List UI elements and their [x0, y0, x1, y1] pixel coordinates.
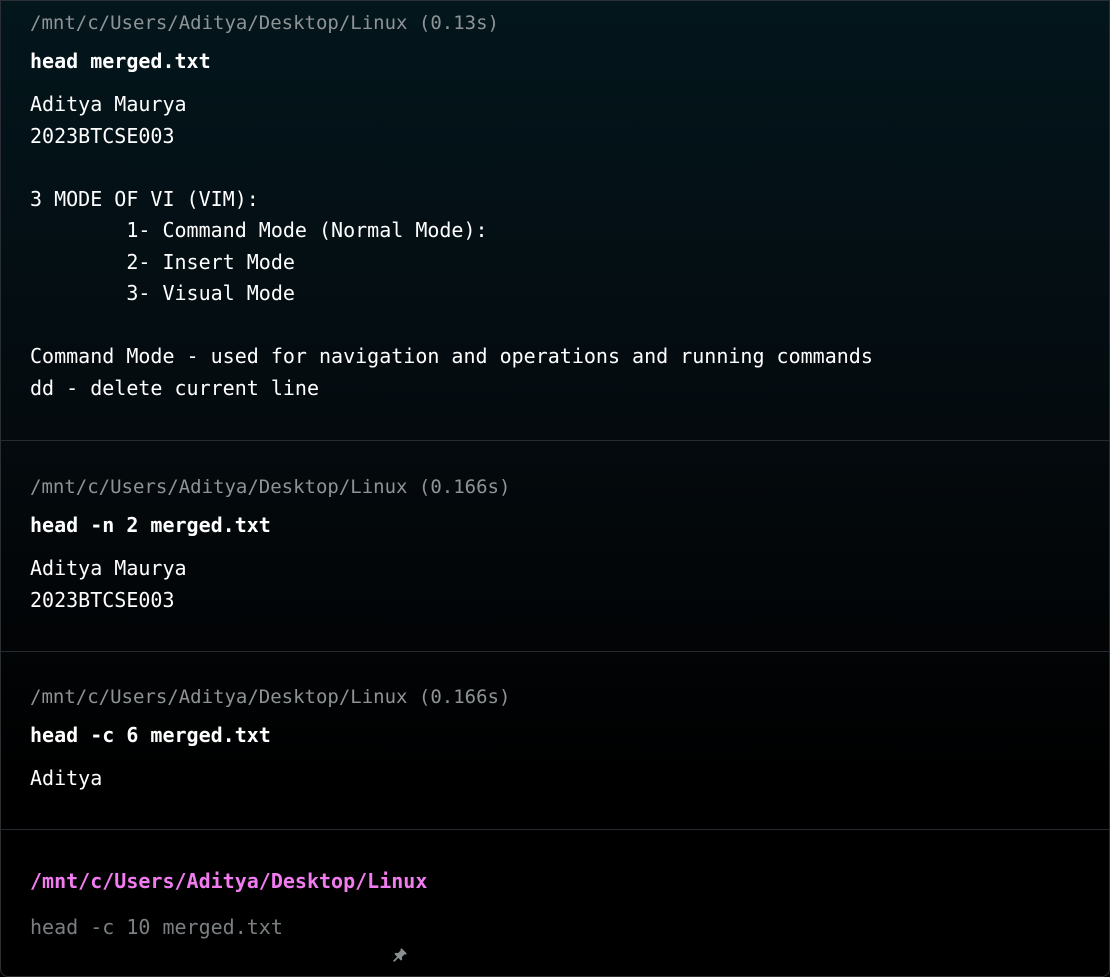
- command-block-2[interactable]: /mnt/c/Users/Aditya/Desktop/Linux (0.166…: [1, 442, 1109, 652]
- terminal-window[interactable]: /mnt/c/Users/Aditya/Desktop/Linux (0.13s…: [0, 0, 1110, 977]
- block-command: head -n 2 merged.txt: [30, 513, 271, 537]
- active-input-block[interactable]: /mnt/c/Users/Aditya/Desktop/Linux head -…: [1, 831, 1109, 976]
- block-prompt: /mnt/c/Users/Aditya/Desktop/Linux (0.13s…: [30, 12, 499, 34]
- command-input-text[interactable]: head -c 10 merged.txt: [30, 914, 283, 940]
- block-prompt: /mnt/c/Users/Aditya/Desktop/Linux (0.166…: [30, 686, 511, 708]
- command-block-1[interactable]: /mnt/c/Users/Aditya/Desktop/Linux (0.13s…: [1, 1, 1109, 441]
- block-output: Aditya Maurya 2023BTCSE003: [30, 556, 187, 612]
- block-output: Aditya Maurya 2023BTCSE003 3 MODE OF VI …: [30, 92, 873, 400]
- command-input[interactable]: head -c 10 merged.txt: [30, 914, 1109, 962]
- block-command: head -c 6 merged.txt: [30, 723, 271, 747]
- block-command: head merged.txt: [30, 49, 211, 73]
- current-directory: /mnt/c/Users/Aditya/Desktop/Linux: [30, 869, 428, 893]
- block-prompt: /mnt/c/Users/Aditya/Desktop/Linux (0.166…: [30, 476, 511, 498]
- command-block-3[interactable]: /mnt/c/Users/Aditya/Desktop/Linux (0.166…: [1, 653, 1109, 830]
- pin-icon[interactable]: [295, 918, 408, 962]
- block-output: Aditya: [30, 766, 103, 790]
